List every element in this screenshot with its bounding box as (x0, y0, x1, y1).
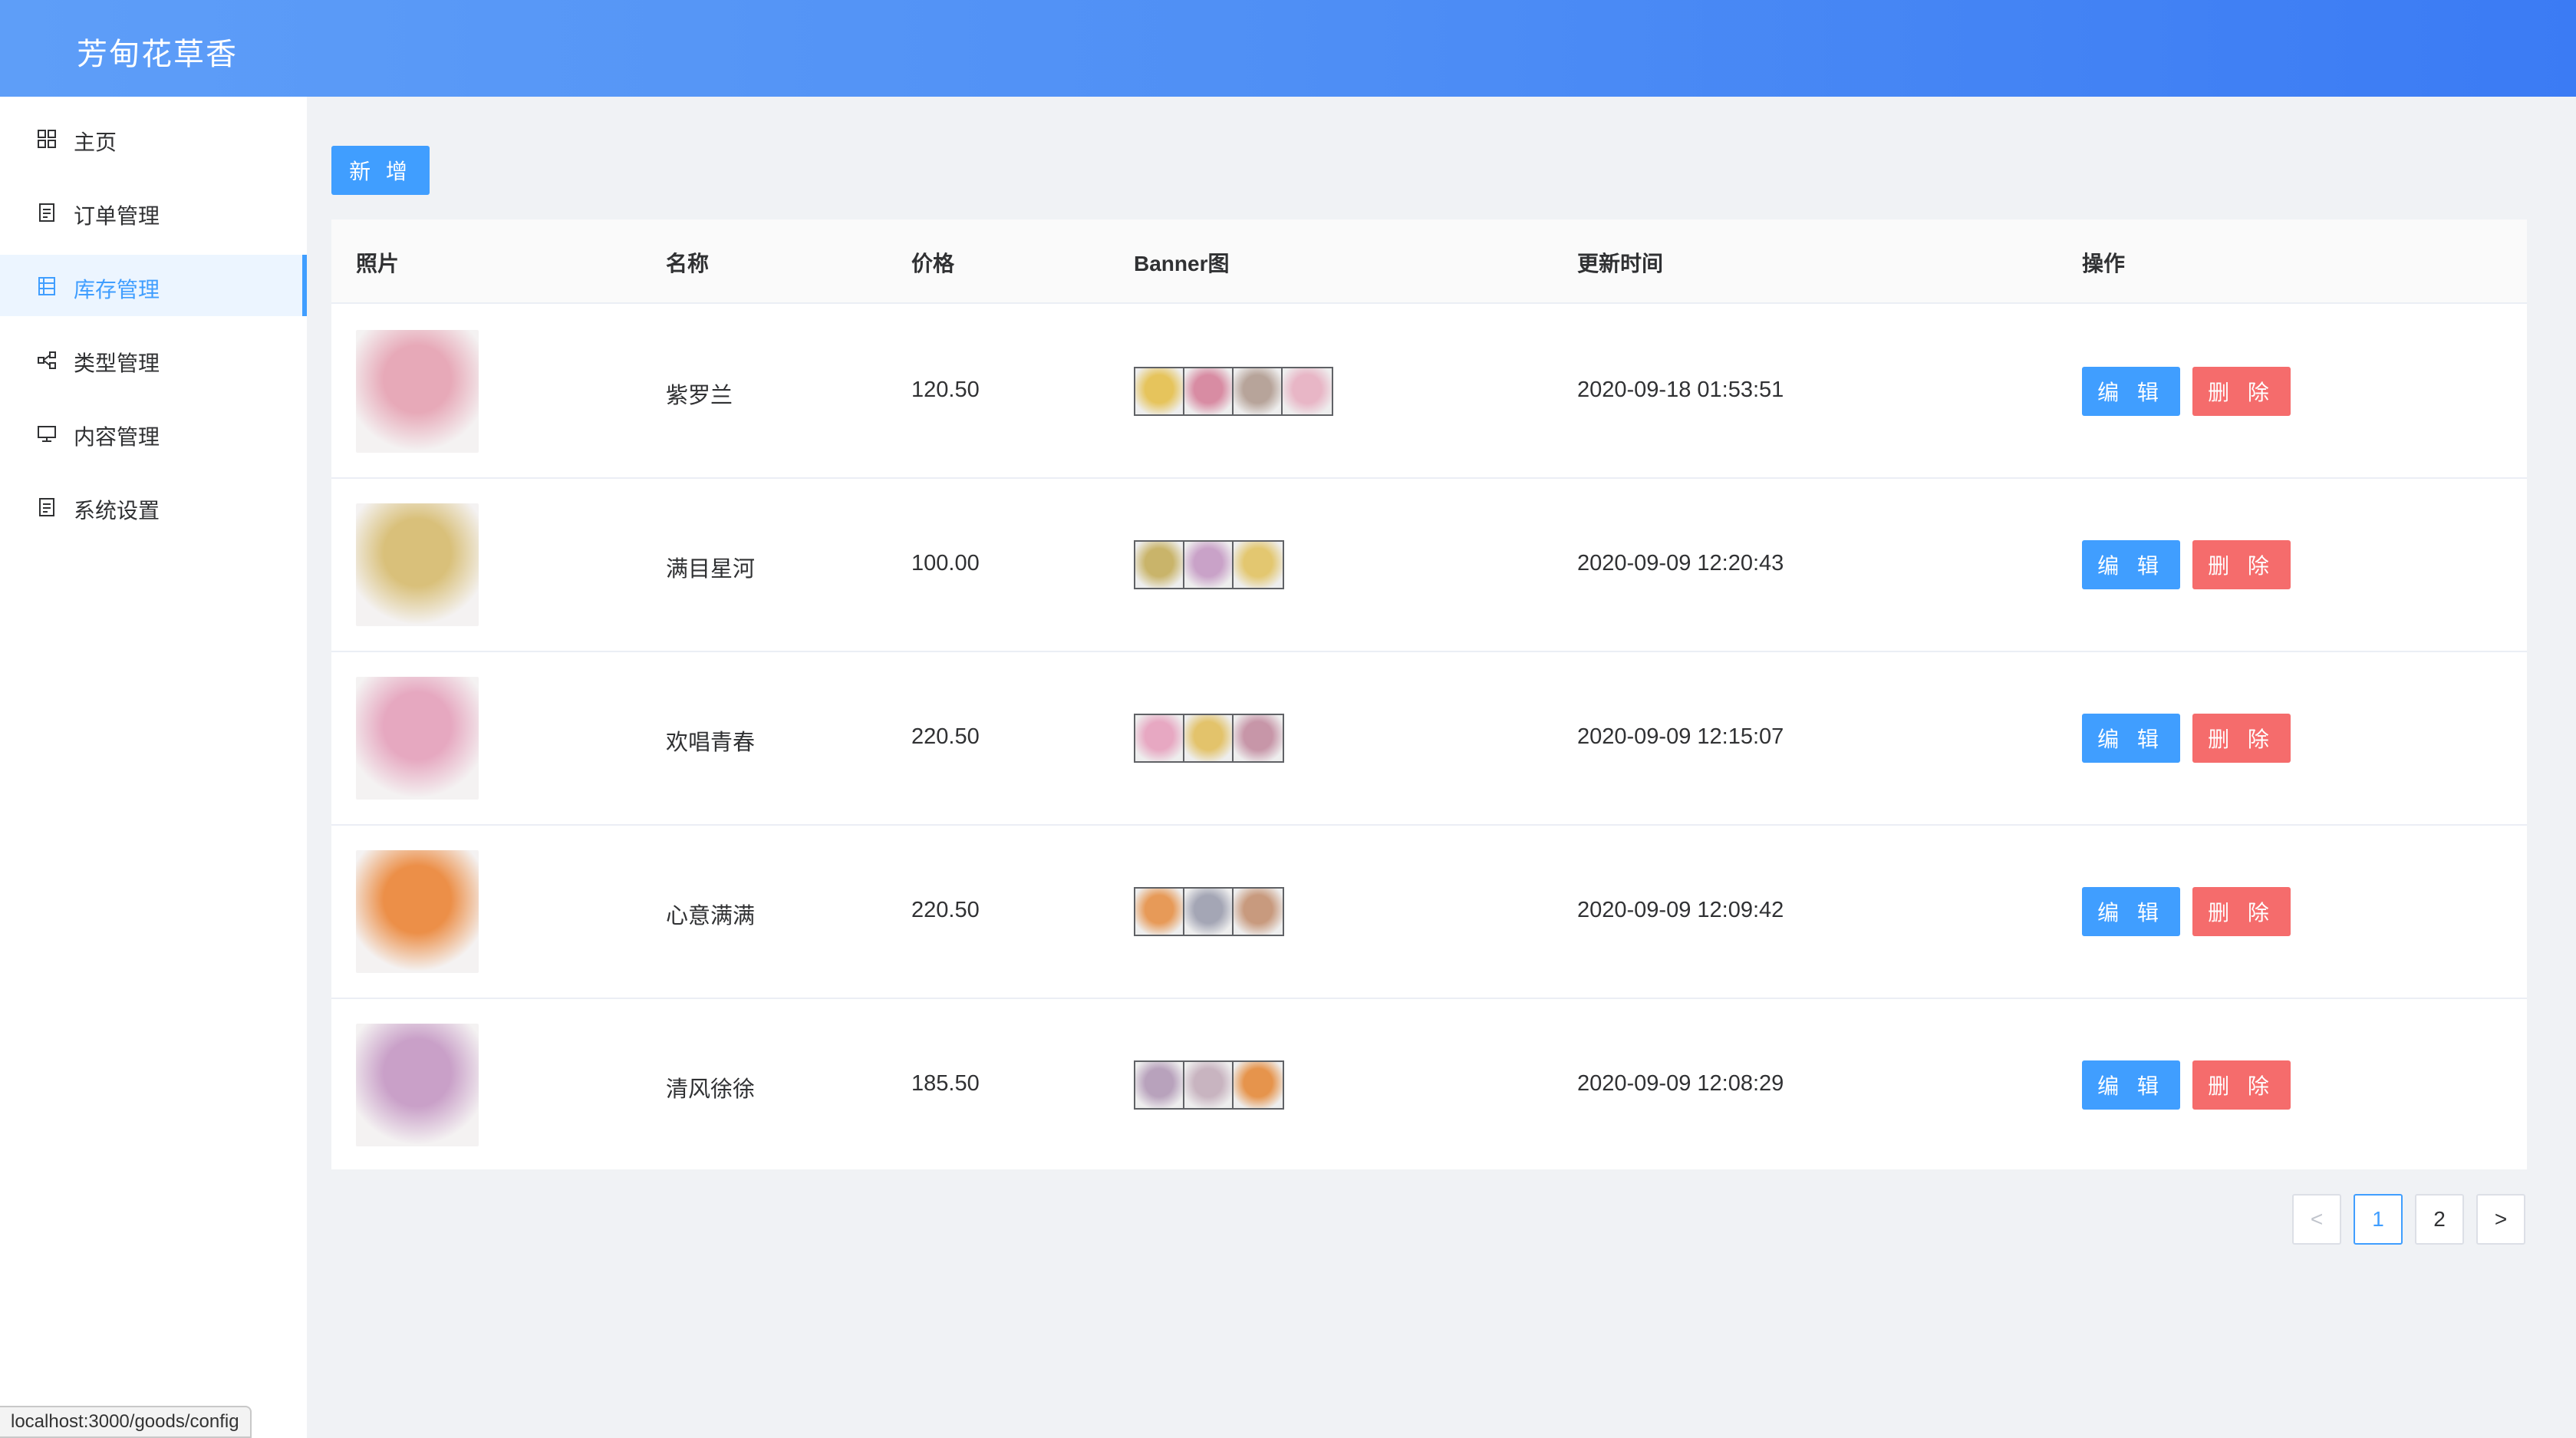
banner-thumbnail[interactable] (1234, 889, 1283, 935)
edit-button[interactable]: 编 辑 (2082, 714, 2180, 763)
updated-time: 2020-09-09 12:20:43 (1577, 551, 1784, 576)
banner-thumbnail[interactable] (1234, 542, 1283, 588)
pagination-next-button[interactable]: > (2476, 1194, 2525, 1245)
banner-thumbnails (1134, 714, 1284, 763)
banner-thumbnail[interactable] (1135, 889, 1184, 935)
product-photo (356, 1024, 479, 1146)
banner-thumbnail[interactable] (1135, 368, 1184, 414)
table-row: 欢唱青春 220.50 2020-09-09 12:15:07 编 辑删 除 (331, 652, 2527, 826)
column-header-photo: 照片 (356, 252, 400, 275)
product-name: 满目星河 (666, 557, 756, 582)
product-name: 紫罗兰 (666, 384, 733, 408)
table-header: 照片 名称 价格 Banner图 更新时间 操作 (331, 219, 2527, 304)
add-button[interactable]: 新 增 (331, 146, 430, 195)
pagination-page-2[interactable]: 2 (2415, 1194, 2464, 1245)
banner-thumbnail[interactable] (1234, 715, 1283, 761)
sidebar-item-label: 内容管理 (74, 425, 160, 449)
banner-thumbnails (1134, 540, 1284, 589)
brand-title: 芳甸花草香 (77, 38, 238, 71)
product-name: 清风徐徐 (666, 1077, 756, 1102)
banner-thumbnails (1134, 1060, 1284, 1110)
sidebar-item-label: 系统设置 (74, 499, 160, 523)
sidebar-item-label: 订单管理 (74, 204, 160, 228)
delete-button[interactable]: 删 除 (2192, 714, 2291, 763)
delete-button[interactable]: 删 除 (2192, 1060, 2291, 1110)
sidebar-item-categories[interactable]: 类型管理 (0, 328, 307, 390)
monitor-icon (38, 426, 56, 442)
goods-table: 照片 名称 价格 Banner图 更新时间 操作 紫罗兰 120.50 2020-0… (331, 219, 2527, 1169)
sidebar-item-inventory[interactable]: 库存管理 (0, 255, 307, 316)
product-photo (356, 677, 479, 800)
pagination-prev-button[interactable]: < (2292, 1194, 2341, 1245)
table-row: 清风徐徐 185.50 2020-09-09 12:08:29 编 辑删 除 (331, 999, 2527, 1172)
edit-button[interactable]: 编 辑 (2082, 1060, 2180, 1110)
product-photo (356, 850, 479, 973)
top-header: 芳甸花草香 (0, 0, 2576, 97)
status-bar-url: localhost:3000/goods/config (0, 1406, 252, 1438)
sidebar-item-label: 类型管理 (74, 351, 160, 375)
product-price: 120.50 (911, 378, 980, 402)
product-price: 100.00 (911, 551, 980, 576)
column-header-name: 名称 (666, 252, 710, 275)
product-price: 220.50 (911, 898, 980, 922)
updated-time: 2020-09-18 01:53:51 (1577, 378, 1784, 402)
pagination-page-1[interactable]: 1 (2354, 1194, 2403, 1245)
delete-button[interactable]: 删 除 (2192, 540, 2291, 589)
sidebar-item-orders[interactable]: 订单管理 (0, 181, 307, 242)
column-header-price: 价格 (911, 252, 955, 275)
updated-time: 2020-09-09 12:09:42 (1577, 898, 1784, 922)
table-row: 紫罗兰 120.50 2020-09-18 01:53:51 编 辑删 除 (331, 305, 2527, 479)
banner-thumbnails (1134, 887, 1284, 936)
banner-thumbnail[interactable] (1184, 1062, 1234, 1108)
delete-button[interactable]: 删 除 (2192, 367, 2291, 416)
edit-button[interactable]: 编 辑 (2082, 887, 2180, 936)
banner-thumbnail[interactable] (1184, 715, 1234, 761)
banner-thumbnail[interactable] (1135, 1062, 1184, 1108)
banner-thumbnail[interactable] (1283, 368, 1332, 414)
sidebar-item-content[interactable]: 内容管理 (0, 402, 307, 463)
banner-thumbnail[interactable] (1184, 542, 1234, 588)
banner-thumbnail[interactable] (1234, 368, 1283, 414)
list-icon (38, 277, 55, 295)
column-header-banner: Banner图 (1134, 252, 1230, 275)
updated-time: 2020-09-09 12:08:29 (1577, 1071, 1784, 1096)
table-row: 满目星河 100.00 2020-09-09 12:20:43 编 辑删 除 (331, 479, 2527, 652)
product-price: 185.50 (911, 1071, 980, 1096)
banner-thumbnail[interactable] (1135, 715, 1184, 761)
edit-button[interactable]: 编 辑 (2082, 540, 2180, 589)
share-icon (38, 351, 56, 369)
column-header-updated: 更新时间 (1577, 252, 1664, 275)
table-row: 心意满满 220.50 2020-09-09 12:09:42 编 辑删 除 (331, 826, 2527, 999)
product-name: 心意满满 (666, 904, 756, 928)
banner-thumbnail[interactable] (1234, 1062, 1283, 1108)
sidebar-item-home[interactable]: 主页 (0, 107, 307, 169)
sidebar: 主页 订单管理 库存管理 类型管理 内容管理 系统设置 (0, 97, 307, 1438)
column-header-actions: 操作 (2082, 252, 2126, 275)
banner-thumbnails (1134, 367, 1333, 416)
grid-icon (38, 130, 56, 148)
delete-button[interactable]: 删 除 (2192, 887, 2291, 936)
product-photo (356, 503, 479, 626)
banner-thumbnail[interactable] (1184, 368, 1234, 414)
product-photo (356, 330, 479, 453)
sidebar-item-label: 主页 (74, 130, 117, 154)
product-name: 欢唱青春 (666, 731, 756, 755)
sidebar-item-settings[interactable]: 系统设置 (0, 476, 307, 537)
edit-button[interactable]: 编 辑 (2082, 367, 2180, 416)
product-price: 220.50 (911, 724, 980, 749)
sidebar-item-label: 库存管理 (74, 278, 160, 302)
banner-thumbnail[interactable] (1184, 889, 1234, 935)
updated-time: 2020-09-09 12:15:07 (1577, 724, 1784, 749)
document-icon (39, 498, 54, 516)
banner-thumbnail[interactable] (1135, 542, 1184, 588)
document-icon (39, 203, 54, 222)
